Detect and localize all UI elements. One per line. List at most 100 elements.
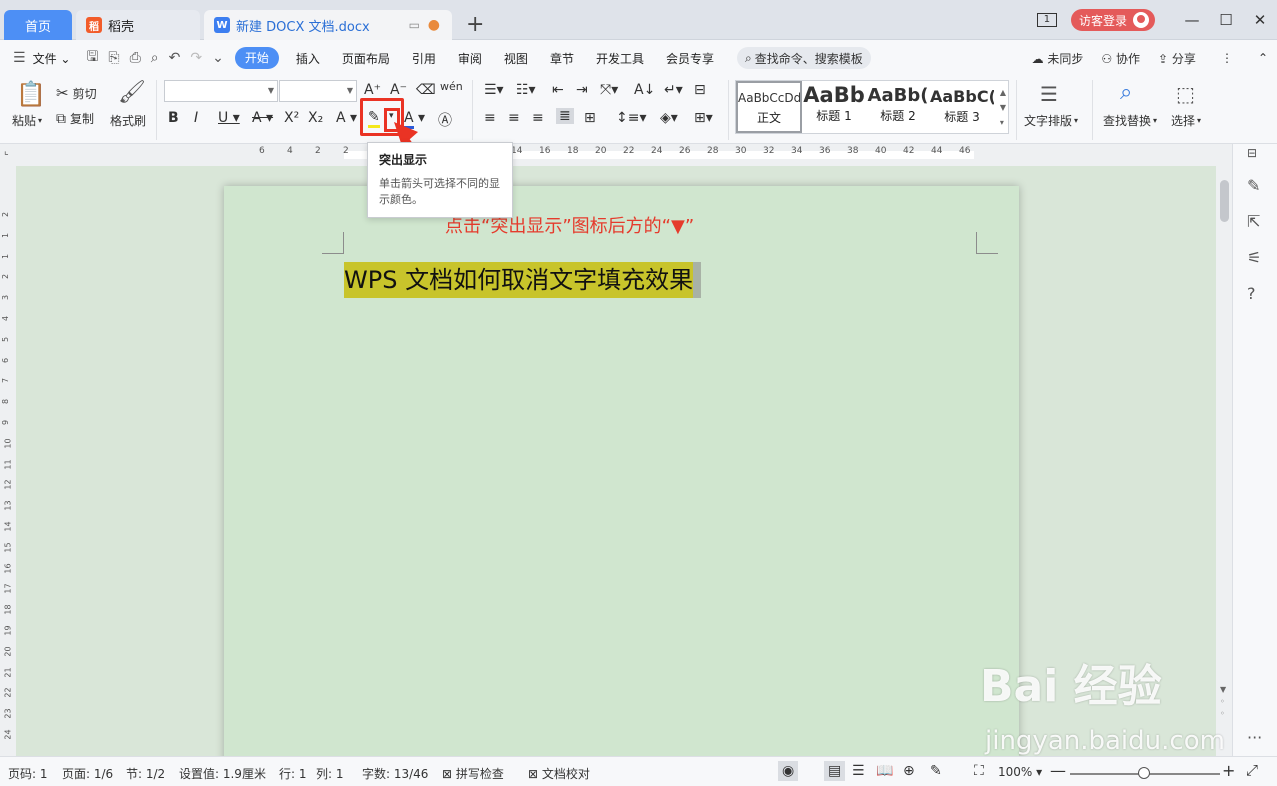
find-replace-button[interactable]: 查找替换 ▾	[1103, 112, 1157, 129]
tab-view[interactable]: 视图	[493, 50, 539, 67]
text-layout-button[interactable]: 文字排版 ▾	[1024, 112, 1078, 129]
font-name-combo[interactable]: ▼	[164, 80, 278, 102]
align-left-icon[interactable]: ≡	[484, 110, 496, 126]
style-heading-2[interactable]: AaBb( 标题 2	[866, 81, 930, 133]
reading-view-icon[interactable]: 📖	[876, 763, 893, 779]
hamburger-icon[interactable]: ☰	[8, 50, 31, 66]
select-icon[interactable]: ⬚	[1176, 82, 1195, 106]
minimize-button[interactable]: —	[1175, 11, 1209, 29]
scrollbar-thumb[interactable]	[1220, 180, 1229, 222]
sort-icon[interactable]: A↓	[634, 82, 655, 98]
export-icon[interactable]: ⎘	[103, 50, 124, 66]
decrease-indent-icon[interactable]: ⇤	[552, 82, 564, 98]
pen-icon[interactable]: ✎	[1247, 176, 1260, 195]
status-setting[interactable]: 设置值: 1.9厘米	[179, 765, 266, 782]
zoom-in-button[interactable]: +	[1222, 761, 1235, 780]
sidebar-more-icon[interactable]: ···	[1247, 728, 1262, 747]
numbered-list-icon[interactable]: ☷▾	[516, 82, 536, 98]
chinese-layout-icon[interactable]: ⤧▾	[600, 82, 618, 98]
guest-login-button[interactable]: 访客登录	[1070, 9, 1155, 31]
distributed-icon[interactable]: ⊞	[584, 110, 596, 126]
more-icon[interactable]: ⋮	[1205, 51, 1249, 65]
document-heading[interactable]: WPS 文档如何取消文字填充效果	[344, 262, 694, 298]
command-search[interactable]: ⌕ 查找命令、搜索模板	[736, 47, 871, 69]
writing-mode-icon[interactable]: ✎	[930, 763, 942, 779]
pinyin-guide-icon[interactable]: wén	[440, 80, 463, 93]
tab-member[interactable]: 会员专享	[655, 50, 725, 67]
fit-page-icon[interactable]: ⛶	[974, 763, 984, 779]
redo-icon[interactable]: ↷	[185, 50, 207, 66]
fullscreen-icon[interactable]: ⤢	[1246, 761, 1258, 779]
style-heading-3[interactable]: AaBbC( 标题 3	[930, 81, 994, 133]
shading-icon[interactable]: ◈▾	[660, 110, 678, 126]
status-page[interactable]: 页面: 1/6	[62, 765, 113, 782]
cursor-icon[interactable]: ⇱	[1247, 212, 1260, 231]
tab-page-layout[interactable]: 页面布局	[331, 50, 401, 67]
tab-chapter[interactable]: 章节	[539, 50, 585, 67]
italic-icon[interactable]: I	[194, 110, 198, 126]
help-icon[interactable]: ?	[1247, 284, 1256, 303]
format-painter-icon[interactable]: 🖌	[118, 80, 146, 105]
cut-button[interactable]: ✂ 剪切	[56, 84, 97, 102]
paste-button[interactable]: 粘贴 ▾	[12, 112, 42, 129]
format-painter-button[interactable]: 格式刷	[110, 112, 146, 129]
monitor-icon[interactable]: ▭	[409, 18, 420, 32]
vertical-scrollbar[interactable]: ▼ ◦ ◦	[1216, 166, 1232, 756]
print-preview-icon[interactable]: ⌕	[146, 50, 164, 66]
status-words[interactable]: 字数: 13/46	[362, 765, 428, 782]
paste-icon[interactable]: 📋	[16, 80, 46, 108]
align-right-icon[interactable]: ≡	[532, 110, 544, 126]
style-heading-1[interactable]: AaBb 标题 1	[802, 81, 866, 133]
adjust-icon[interactable]: ⚟	[1247, 248, 1261, 267]
status-col[interactable]: 列: 1	[316, 765, 344, 782]
show-marks-icon[interactable]: ↵▾	[664, 82, 683, 98]
scroll-arrows-icon[interactable]: ▼ ◦ ◦	[1220, 684, 1226, 720]
tab-stops-icon[interactable]: ⊟	[694, 82, 706, 98]
tab-document[interactable]: W 新建 DOCX 文档.docx ▭ ●	[204, 10, 452, 40]
clear-format-icon[interactable]: ⌫	[416, 82, 436, 98]
window-count-badge[interactable]: 1	[1036, 13, 1057, 27]
maximize-button[interactable]: ☐	[1209, 11, 1243, 29]
tab-developer[interactable]: 开发工具	[585, 50, 655, 67]
increase-indent-icon[interactable]: ⇥	[576, 82, 588, 98]
styles-scroll-icon[interactable]: ▲ ▼ ▾	[1000, 85, 1006, 130]
zoom-level[interactable]: 100% ▾	[998, 765, 1042, 779]
underline-icon[interactable]: U ▾	[218, 110, 240, 126]
zoom-slider-knob[interactable]	[1138, 767, 1150, 779]
status-section[interactable]: 节: 1/2	[126, 765, 165, 782]
print-icon[interactable]: ⎙	[125, 50, 146, 66]
share-button[interactable]: ⇪ 分享	[1149, 50, 1205, 67]
tab-daoke[interactable]: 稻 稻壳	[76, 10, 200, 40]
find-replace-icon[interactable]: ⌕	[1120, 80, 1132, 105]
borders-icon[interactable]: ⊞▾	[694, 110, 713, 126]
spell-check-button[interactable]: ⊠ 拼写检查	[442, 765, 504, 782]
tab-home[interactable]: 首页	[4, 10, 72, 40]
web-view-icon[interactable]: ⊕	[903, 763, 915, 779]
zoom-out-button[interactable]: —	[1050, 761, 1066, 780]
outline-view-icon[interactable]: ☰	[852, 763, 865, 779]
subscript-icon[interactable]: X₂	[308, 110, 323, 126]
font-size-combo[interactable]: ▼	[279, 80, 357, 102]
line-spacing-icon[interactable]: ↕≡▾	[616, 110, 647, 126]
sidebar-toggle-icon[interactable]: ⊟	[1247, 146, 1257, 160]
shrink-font-icon[interactable]: A⁻	[390, 82, 407, 98]
status-page-code[interactable]: 页码: 1	[8, 765, 48, 782]
collab-button[interactable]: ⚇ 协作	[1092, 50, 1149, 67]
grow-font-icon[interactable]: A⁺	[364, 82, 381, 98]
ruler-corner-icon[interactable]: ⌞	[4, 146, 9, 157]
tab-insert[interactable]: 插入	[285, 50, 331, 67]
new-tab-button[interactable]: +	[466, 12, 484, 37]
bullet-list-icon[interactable]: ☰▾	[484, 82, 504, 98]
proofread-button[interactable]: ⊠ 文档校对	[528, 765, 590, 782]
status-row[interactable]: 行: 1	[279, 765, 307, 782]
tab-reference[interactable]: 引用	[401, 50, 447, 67]
page-view-icon[interactable]: ▤	[824, 761, 846, 781]
strikethrough-icon[interactable]: A ▾	[252, 110, 273, 126]
copy-button[interactable]: ⧉ 复制	[56, 110, 94, 127]
style-normal[interactable]: AaBbCcDd 正文	[736, 81, 802, 133]
text-effect-icon[interactable]: A ▾	[336, 110, 357, 126]
undo-icon[interactable]: ↶	[164, 50, 186, 66]
superscript-icon[interactable]: X²	[284, 110, 299, 126]
close-button[interactable]: ✕	[1243, 11, 1277, 29]
save-icon[interactable]: 🖫	[81, 46, 103, 70]
